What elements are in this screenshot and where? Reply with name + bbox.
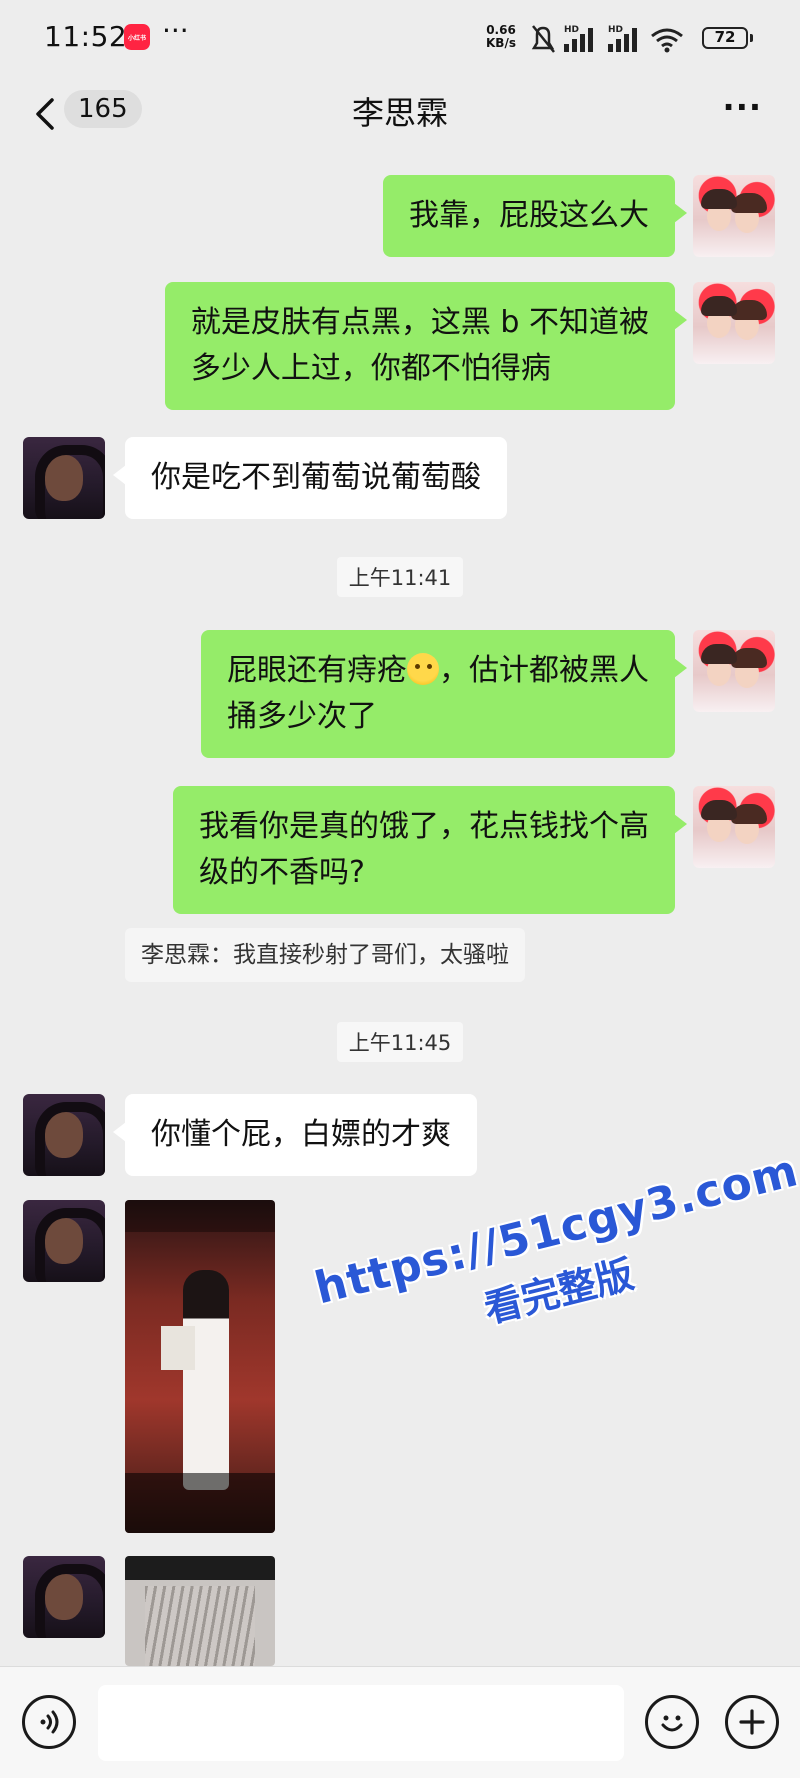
contact-avatar[interactable] <box>23 437 105 519</box>
message-text-line: 我看你是真的饿了，花点钱找个高 <box>199 809 649 844</box>
watermark-overlay: https://51cgy3.com 看完整版 <box>310 1145 800 1371</box>
plus-icon <box>739 1709 765 1735</box>
contact-avatar[interactable] <box>23 1556 105 1638</box>
wifi-icon <box>651 28 683 48</box>
my-avatar[interactable] <box>693 630 775 712</box>
message-text-line: 多少人上过，你都不怕得病 <box>190 351 551 386</box>
message-bubble[interactable]: 我靠，屁股这么大 <box>383 175 687 257</box>
image-figure <box>183 1270 229 1490</box>
more-notifications-icon: ··· <box>162 14 189 47</box>
quoted-message[interactable]: 李思霖：我直接秒射了哥们，太骚啦 <box>125 928 525 982</box>
more-options-button[interactable]: ··· <box>723 88 762 126</box>
image-top-bar <box>125 1200 275 1232</box>
voice-icon <box>40 1710 59 1734</box>
my-avatar[interactable] <box>693 786 775 868</box>
image-bottom-bar <box>125 1473 275 1533</box>
message-bubble[interactable]: 我看你是真的饿了，花点钱找个高 级的不香吗? <box>173 786 687 914</box>
chat-title: 李思霖 <box>351 94 448 132</box>
message-text-line: 捅多少次了 <box>227 699 377 734</box>
status-bar: 11:52 小红书 ··· 0.66 KB/s HD HD 72 <box>0 0 800 76</box>
image-trees <box>145 1586 255 1666</box>
hd2-label: HD <box>608 25 623 35</box>
image-message[interactable] <box>125 1556 275 1666</box>
timestamp: 上午11:41 <box>0 557 800 597</box>
image-paper <box>161 1326 195 1370</box>
chat-header: 165 李思霖 ··· <box>0 76 800 158</box>
contact-avatar[interactable] <box>23 1200 105 1282</box>
message-text-part: 屁眼还有痔疮 <box>227 653 407 688</box>
clock: 11:52 <box>44 20 128 53</box>
my-avatar[interactable] <box>693 175 775 257</box>
message-bubble[interactable]: 屁眼还有痔疮 ，估计都被黑人 捅多少次了 <box>201 630 687 758</box>
message-bubble[interactable]: 你懂个屁，白嫖的才爽 <box>113 1094 477 1176</box>
input-bar <box>0 1666 800 1778</box>
image-message[interactable] <box>125 1200 275 1533</box>
message-bubble[interactable]: 你是吃不到葡萄说葡萄酸 <box>113 437 507 519</box>
timestamp: 上午11:45 <box>0 1022 800 1062</box>
woozy-face-emoji-icon <box>407 653 439 685</box>
more-actions-button[interactable] <box>725 1695 779 1749</box>
message-text-line: 级的不香吗? <box>199 855 365 890</box>
voice-input-button[interactable] <box>22 1695 76 1749</box>
message-text: 你懂个屁，白嫖的才爽 <box>151 1117 451 1152</box>
battery-indicator: 72 <box>702 27 753 49</box>
message-text: 我靠，屁股这么大 <box>409 198 649 233</box>
message-text: 你是吃不到葡萄说葡萄酸 <box>151 460 481 495</box>
my-avatar[interactable] <box>693 282 775 364</box>
message-bubble[interactable]: 就是皮肤有点黑，这黑 b 不知道被 多少人上过，你都不怕得病 <box>164 282 688 410</box>
smiley-icon <box>661 1715 683 1732</box>
message-text-line: 就是皮肤有点黑，这黑 b 不知道被 <box>190 305 649 340</box>
app-notification-icon: 小红书 <box>124 24 150 50</box>
message-input[interactable] <box>98 1685 624 1761</box>
emoji-button[interactable] <box>645 1695 699 1749</box>
hd1-label: HD <box>564 25 579 35</box>
contact-avatar[interactable] <box>23 1094 105 1176</box>
message-text-part: ，估计都被黑人 <box>439 653 649 688</box>
network-speed: 0.66 KB/s <box>486 23 516 50</box>
mute-icon <box>531 25 555 53</box>
